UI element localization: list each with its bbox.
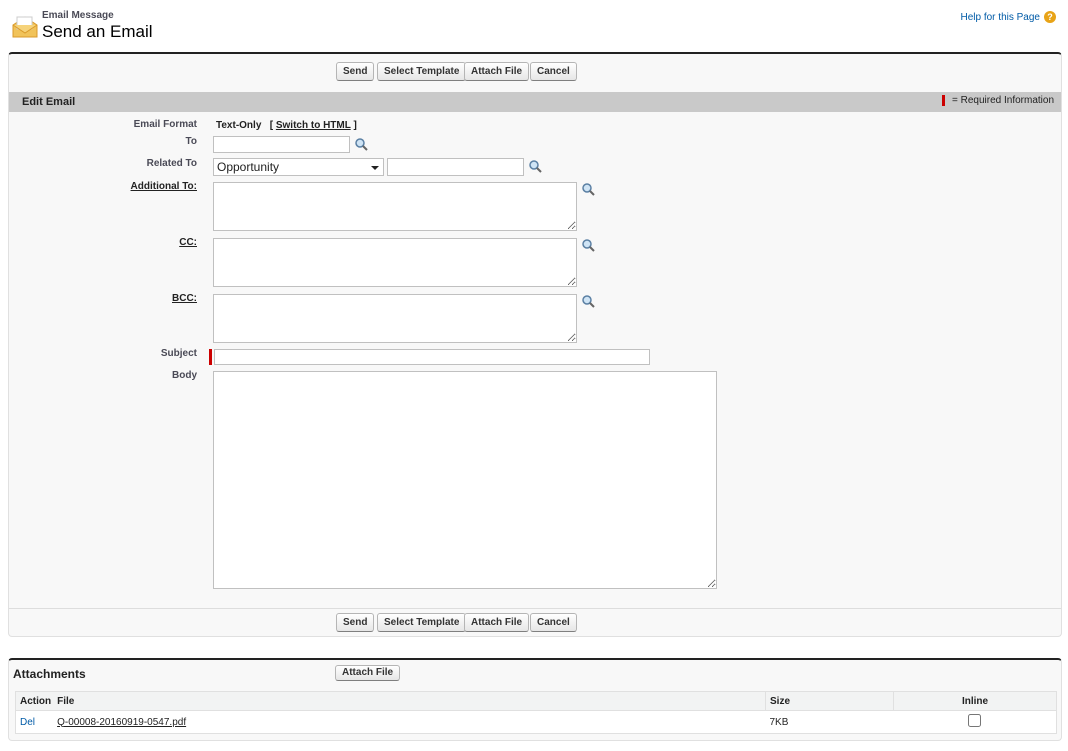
lookup-icon[interactable] — [581, 182, 595, 196]
lookup-icon[interactable] — [354, 137, 368, 151]
body-textarea[interactable] — [213, 371, 717, 589]
help-icon: ? — [1044, 11, 1056, 23]
send-button[interactable]: Send — [336, 62, 375, 81]
email-format-label: Email Format — [133, 119, 197, 130]
select-template-button[interactable]: Select Template — [377, 62, 467, 81]
column-header-size: Size — [765, 691, 894, 711]
body-label: Body — [172, 370, 197, 381]
to-label: To — [185, 136, 197, 147]
related-to-select[interactable]: Opportunity — [213, 158, 384, 176]
file-size: 7KB — [769, 716, 789, 728]
page-title: Send an Email — [42, 22, 153, 41]
bracket: [ — [269, 120, 274, 131]
select-template-button[interactable]: Select Template — [377, 613, 467, 632]
attach-file-button[interactable]: Attach File — [335, 665, 401, 681]
cancel-button[interactable]: Cancel — [530, 62, 577, 81]
bcc-label[interactable]: BCC: — [172, 293, 197, 304]
related-to-label: Related To — [146, 158, 197, 169]
lookup-icon[interactable] — [581, 238, 595, 252]
cancel-button[interactable]: Cancel — [530, 613, 577, 632]
to-input[interactable] — [213, 136, 350, 153]
required-marker — [209, 349, 212, 365]
page-subtitle: Email Message — [42, 10, 114, 21]
additional-to-label[interactable]: Additional To: — [131, 181, 197, 192]
related-to-selected: Opportunity — [217, 160, 280, 174]
cc-label[interactable]: CC: — [179, 237, 197, 248]
table-header-row: Action File Size Inline — [15, 691, 1057, 711]
attach-file-button[interactable]: Attach File — [464, 613, 530, 632]
related-to-input[interactable] — [387, 158, 524, 176]
subject-label: Subject — [160, 348, 197, 359]
table-row: Del Q-00008-20160919-0547.pdf 7KB — [15, 710, 1057, 734]
help-link[interactable]: Help for this Page ? — [961, 11, 1056, 23]
email-format-value: Text-Only — [216, 120, 262, 131]
help-link-text[interactable]: Help for this Page — [961, 12, 1041, 23]
file-link[interactable]: Q-00008-20160919-0547.pdf — [57, 717, 186, 728]
required-legend: = Required Information — [952, 95, 1055, 106]
divider — [9, 608, 1061, 609]
section-header: Edit Email = Required Information — [9, 92, 1061, 112]
switch-to-html-link[interactable]: Switch to HTML — [276, 120, 351, 131]
bcc-textarea[interactable] — [213, 294, 577, 343]
section-title: Edit Email — [22, 96, 76, 108]
bracket: ] — [353, 120, 357, 131]
attachments-panel: Attachments Attach File Action File Size… — [8, 658, 1062, 741]
delete-link[interactable]: Del — [20, 717, 35, 728]
send-button[interactable]: Send — [336, 613, 375, 632]
column-header-action: Action — [20, 695, 52, 707]
attachments-title: Attachments — [13, 667, 86, 681]
attach-file-button[interactable]: Attach File — [464, 62, 530, 81]
attachments-table: Action File Size Inline Del Q-00008-2016… — [15, 691, 1057, 734]
email-format-row: Text-Only [ Switch to HTML ] — [216, 120, 357, 131]
required-marker — [942, 95, 945, 106]
lookup-icon[interactable] — [528, 159, 542, 173]
inline-checkbox[interactable] — [968, 714, 982, 727]
column-header-inline: Inline — [893, 691, 1057, 711]
lookup-icon[interactable] — [581, 294, 595, 308]
chevron-down-icon — [371, 166, 379, 170]
cc-textarea[interactable] — [213, 238, 577, 287]
column-header-file: File — [57, 695, 75, 707]
email-icon — [11, 13, 39, 39]
subject-input[interactable] — [214, 349, 650, 365]
additional-to-textarea[interactable] — [213, 182, 577, 231]
